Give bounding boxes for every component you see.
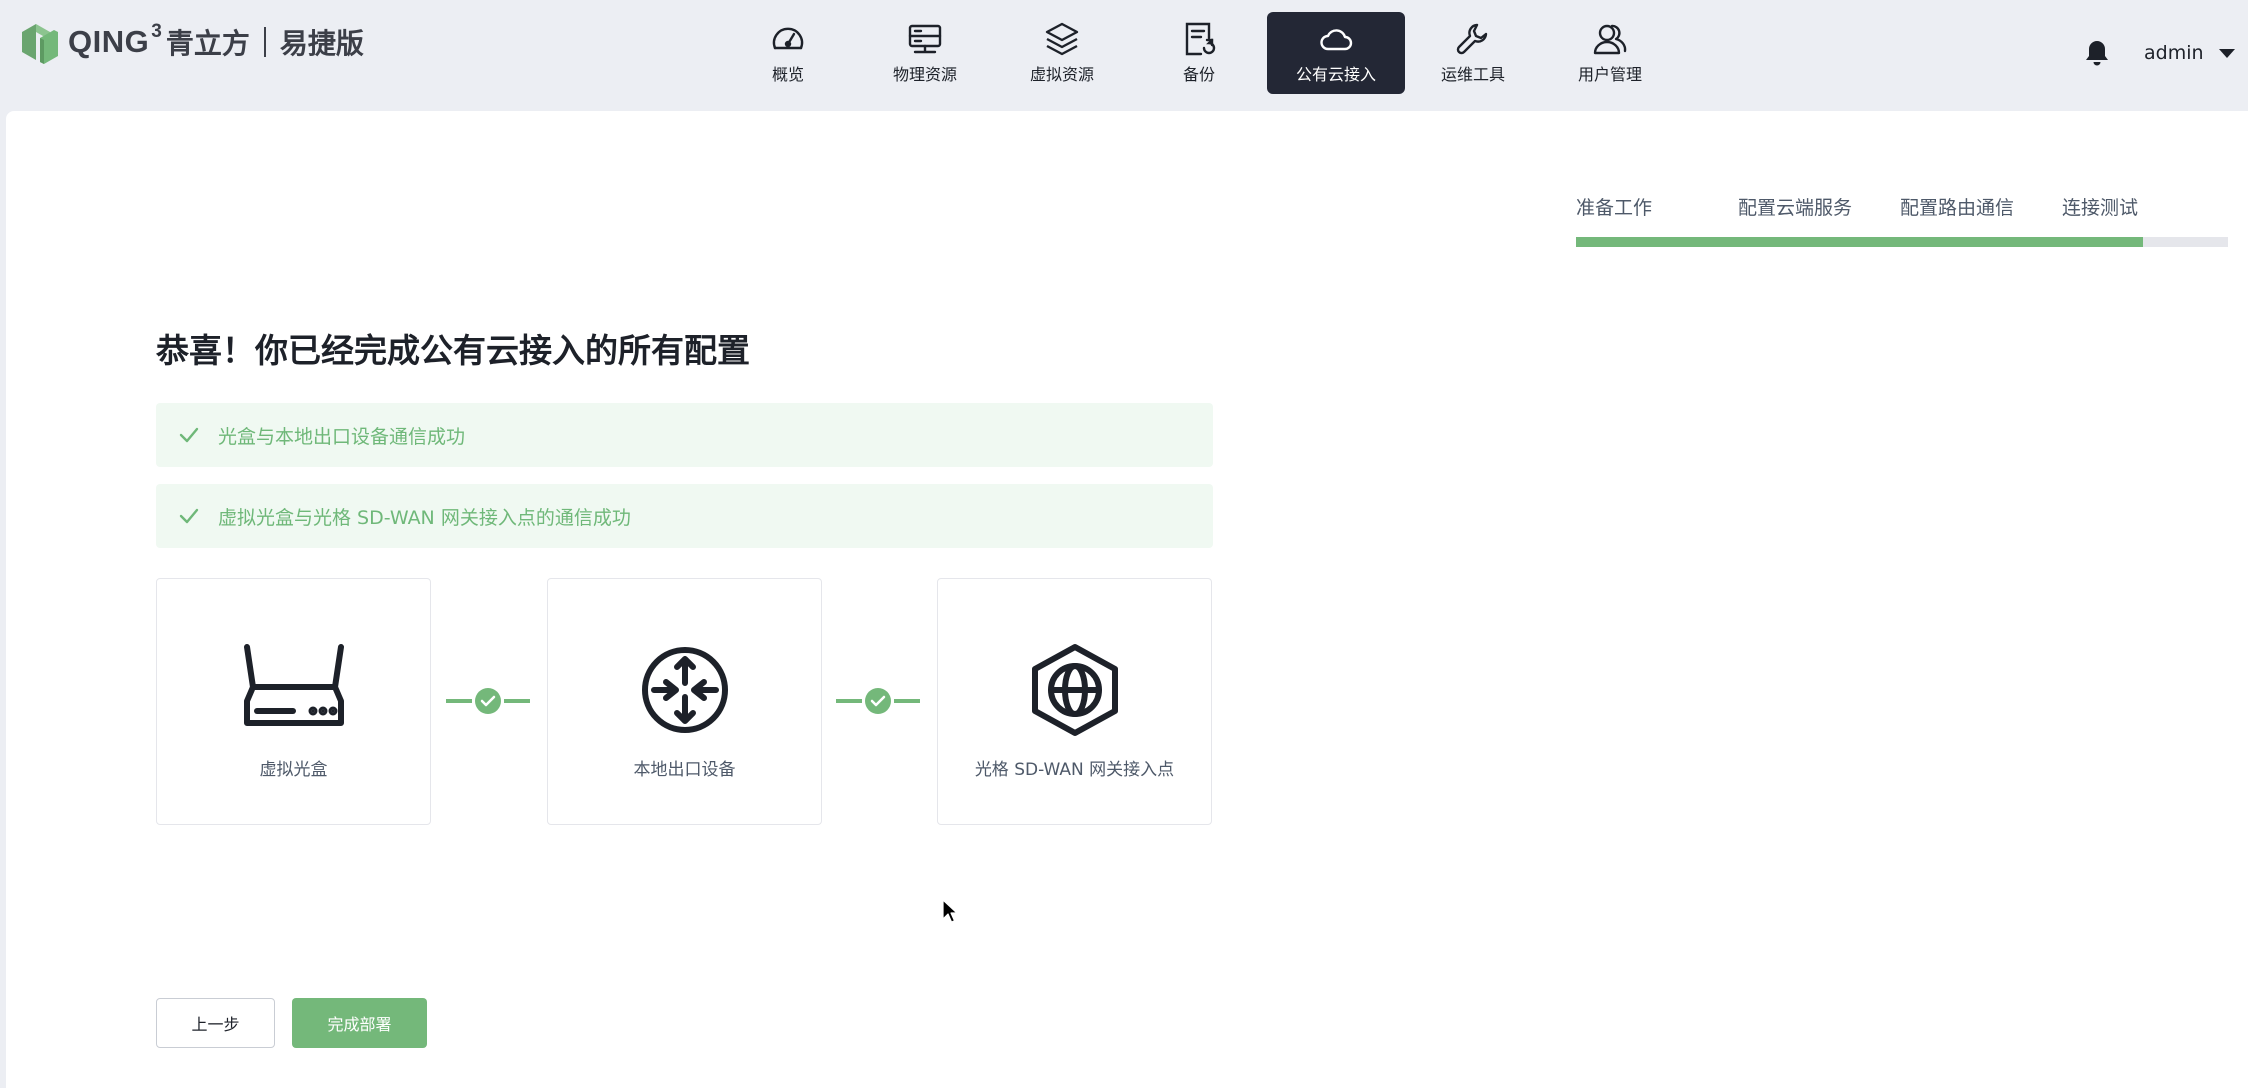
step-connection-test: 连接测试 (2062, 197, 2139, 219)
nav-item-backup[interactable]: 备份 (1130, 12, 1268, 94)
content-panel: 准备工作 配置云端服务 配置路由通信 连接测试 恭喜！你已经完成公有云接入的所有… (6, 111, 2248, 1088)
router-icon (243, 644, 344, 726)
nav-label: 用户管理 (1577, 65, 1642, 84)
brand-edition: 易捷版 (279, 27, 364, 60)
gateway-icon (641, 647, 728, 733)
nav-item-public-cloud[interactable]: 公有云接入 (1267, 12, 1405, 94)
check-success-alert: 虚拟光盒与光格 SD-WAN 网关接入点的通信成功 (156, 484, 1213, 548)
link-status-connected (446, 688, 530, 714)
wizard-steps: 准备工作 配置云端服务 配置路由通信 连接测试 (1576, 193, 2228, 247)
globe-hex-icon (1031, 644, 1118, 736)
step-cloud-service: 配置云端服务 (1738, 197, 1853, 219)
server-icon (908, 24, 942, 54)
nav-item-virtual-resources[interactable]: 虚拟资源 (993, 12, 1131, 94)
brand-superscript: 3 (151, 21, 162, 42)
nav-item-overview[interactable]: 概览 (719, 12, 857, 94)
step-routing: 配置路由通信 (1900, 197, 2015, 219)
main-nav: 概览 物理资源 虚拟资源 备份 公有云接入 运维工具 用户管理 (719, 12, 1678, 94)
nav-label: 备份 (1182, 65, 1215, 84)
backup-icon (1185, 22, 1216, 56)
brand-divider (263, 27, 266, 57)
device-label: 光格 SD-WAN 网关接入点 (974, 760, 1175, 780)
wizard-progress-fill (1576, 237, 2144, 247)
wrench-icon (1456, 23, 1488, 55)
brand-wordmark: QING (68, 24, 150, 59)
logo-mark-icon (22, 24, 58, 64)
users-icon (1593, 24, 1627, 55)
layers-icon (1045, 22, 1079, 56)
nav-label: 虚拟资源 (1029, 65, 1094, 84)
nav-item-physical-resources[interactable]: 物理资源 (856, 12, 994, 94)
nav-item-user-management[interactable]: 用户管理 (1541, 12, 1679, 94)
cloud-icon (1320, 29, 1353, 51)
check-icon (179, 508, 199, 524)
nav-label: 物理资源 (892, 65, 957, 84)
prev-step-button[interactable]: 上一步 (156, 998, 275, 1048)
nav-item-ops-tools[interactable]: 运维工具 (1404, 12, 1542, 94)
device-card-sdwan-gateway: 光格 SD-WAN 网关接入点 (937, 578, 1212, 825)
check-message: 光盒与本地出口设备通信成功 (218, 425, 466, 448)
device-card-local-egress: 本地出口设备 (547, 578, 822, 825)
device-card-virtual-box: 虚拟光盒 (156, 578, 431, 825)
username: admin (2144, 42, 2204, 64)
nav-label: 公有云接入 (1295, 65, 1376, 84)
user-menu[interactable]: admin (2144, 38, 2236, 68)
device-label: 虚拟光盒 (259, 760, 328, 780)
top-bar: QING 3 青立方 易捷版 概览 物理资源 虚拟资源 备份 公有云接入 运维工… (0, 0, 2248, 110)
brand-logo[interactable]: QING 3 青立方 易捷版 (20, 20, 364, 64)
wizard-progress-bar (1576, 237, 2228, 247)
check-message: 虚拟光盒与光格 SD-WAN 网关接入点的通信成功 (218, 506, 631, 529)
check-success-alert: 光盒与本地出口设备通信成功 (156, 403, 1213, 467)
page-title: 恭喜！你已经完成公有云接入的所有配置 (156, 331, 750, 370)
step-prepare: 准备工作 (1576, 197, 1653, 219)
mouse-cursor-icon (942, 899, 958, 923)
bell-icon[interactable] (2084, 38, 2110, 66)
finish-deploy-button[interactable]: 完成部署 (292, 998, 427, 1048)
device-label: 本地出口设备 (633, 760, 736, 780)
caret-down-icon (2218, 49, 2235, 58)
brand-name-cn: 青立方 (165, 27, 250, 60)
nav-label: 运维工具 (1440, 65, 1505, 84)
link-status-connected (836, 688, 920, 714)
check-icon (179, 427, 199, 443)
nav-label: 概览 (771, 65, 804, 84)
gauge-icon (772, 27, 804, 50)
